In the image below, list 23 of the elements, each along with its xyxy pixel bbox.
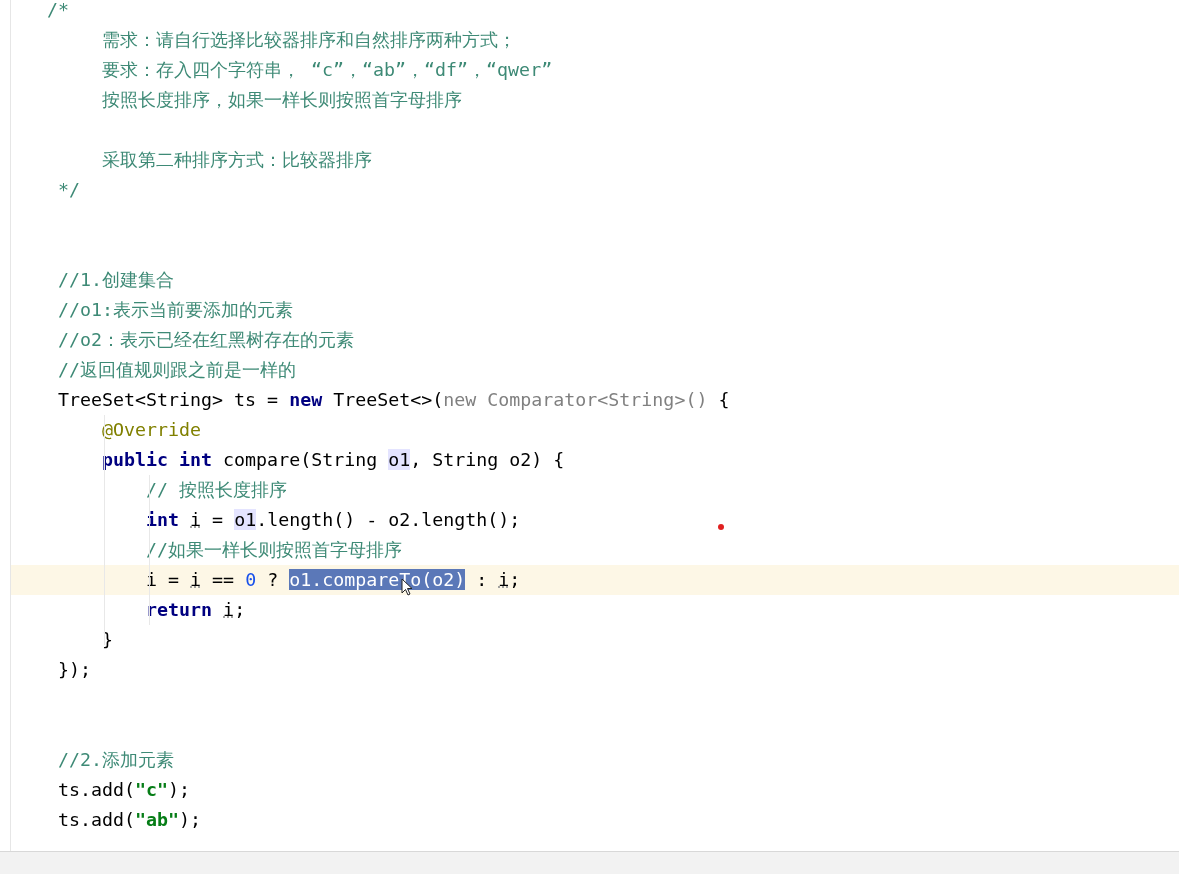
code-comment: //o2：表示已经在红黑树存在的元素 [57, 329, 355, 350]
code-comment: 采取第二种排序方式：比较器排序 [101, 149, 373, 170]
code-line: ts.add("ab"); [57, 809, 202, 830]
code-comment: //2.添加元素 [57, 749, 175, 770]
code-line: int i = o1.length() - o2.length(); [145, 509, 521, 530]
code-line: ts.add("c"); [57, 779, 191, 800]
code-line: @Override [101, 419, 202, 440]
code-comment: */ [57, 179, 81, 200]
code-comment: //o1:表示当前要添加的元素 [57, 299, 294, 320]
code-line: return i; [145, 599, 246, 620]
code-line: TreeSet<String> ts = new TreeSet<>(new Comparator<String>() { [57, 389, 730, 410]
code-editor[interactable] [10, 0, 1179, 851]
code-comment: 按照长度排序，如果一样长则按照首字母排序 [101, 89, 463, 110]
code-line: }); [57, 659, 92, 680]
code-line: } [101, 629, 114, 650]
code-comment: 需求：请自行选择比较器排序和自然排序两种方式； [101, 29, 517, 50]
code-line: public int compare(String o1, String o2) { [101, 449, 565, 470]
code-comment: /* [47, 0, 69, 20]
dot-mark [718, 524, 724, 530]
code-comment: 要求：存入四个字符串， “c”，“ab”，“df”，“qwer” [101, 59, 553, 80]
horizontal-scrollbar[interactable] [0, 851, 1179, 874]
code-comment: //1.创建集合 [57, 269, 175, 290]
code-comment: //返回值规则跟之前是一样的 [57, 359, 297, 380]
